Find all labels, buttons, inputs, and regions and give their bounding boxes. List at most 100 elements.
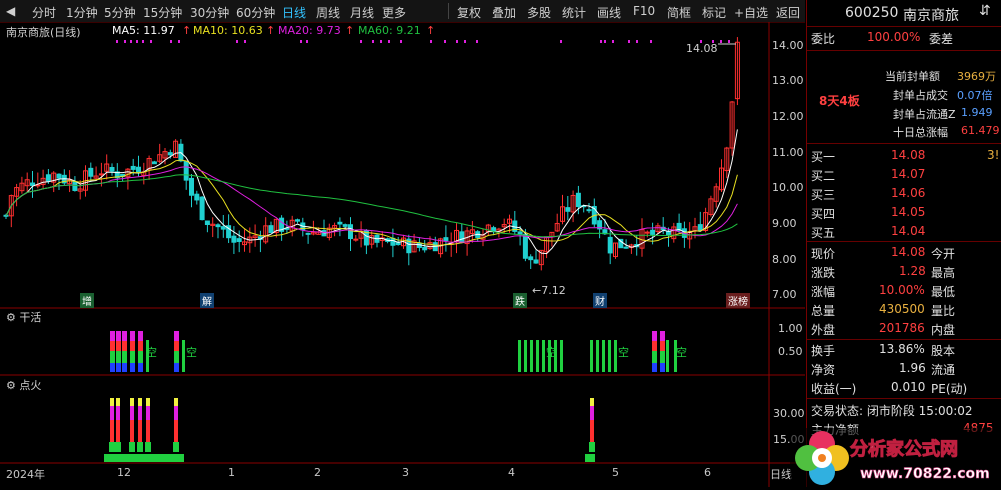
stat-value: 14.08 (891, 245, 926, 259)
ganhuo-bar (660, 351, 665, 363)
period-30min[interactable]: 30分钟 (190, 4, 229, 21)
svg-text:分析家公式网: 分析家公式网 (850, 438, 958, 460)
ganhuo-bar (116, 351, 121, 363)
stock-name: 南京商旅 (903, 8, 959, 24)
event-tag-jie[interactable]: 解 (200, 293, 214, 308)
dianhuo-bar (130, 420, 134, 442)
ganhuo-bar (122, 341, 127, 351)
panel-dianhuo-label: 点火 (19, 379, 42, 392)
ma10-label: MA10: 10.63 (193, 24, 263, 37)
gear-icon[interactable]: ⚙ (6, 311, 16, 324)
period-monthly[interactable]: 月线 (350, 4, 374, 21)
ma10-arrow: ↑ (266, 24, 276, 37)
dianhuo-bar (174, 420, 178, 442)
ganhuo-bar (138, 331, 143, 341)
panel-dianhuo-title[interactable]: ⚙ 点火 (6, 377, 41, 393)
ganhuo-bar (596, 340, 599, 372)
candle-body (109, 167, 115, 172)
ten-day-value: 61.479 (961, 124, 1000, 137)
tool-duogu[interactable]: 多股 (527, 4, 551, 21)
ganhuo-bar (660, 363, 665, 372)
seal-amount-label: 当前封单额 (885, 70, 940, 83)
tool-return[interactable]: 返回 (776, 4, 800, 21)
candle-body (342, 224, 348, 227)
tool-f10[interactable]: F10 (633, 4, 655, 18)
price-tick: 11.00 (772, 146, 804, 159)
dianhuo-bar (138, 406, 142, 420)
bid5-price[interactable]: 14.04 (891, 224, 925, 238)
stat-label: 涨跌 (811, 266, 836, 280)
period-more[interactable]: 更多 (382, 4, 406, 21)
seal-amount-value: 3969万 (957, 70, 996, 83)
tool-fuquan[interactable]: 复权 (457, 4, 481, 21)
tool-jiankuang[interactable]: 简框 (667, 4, 691, 21)
period-fenshi[interactable]: 分时 (32, 4, 56, 21)
tool-tongji[interactable]: 统计 (562, 4, 586, 21)
time-axis-month: 2 (314, 466, 321, 479)
ganhuo-bar (130, 363, 135, 372)
panel-ganhuo-title[interactable]: ⚙ 干活 (6, 309, 41, 325)
signal-dot (476, 40, 478, 43)
signal-dot (136, 40, 138, 43)
bid3-price[interactable]: 14.06 (891, 186, 925, 200)
stat-value: 1.28 (899, 264, 926, 278)
tool-diejia[interactable]: 叠加 (492, 4, 516, 21)
candle-body (167, 152, 173, 156)
period-1min[interactable]: 1分钟 (66, 4, 98, 21)
period-daily[interactable]: 日线 (282, 4, 306, 21)
ganhuo-bar (130, 341, 135, 351)
stat-label: 净资 (811, 363, 836, 377)
tb-left-arrow[interactable]: ◀ (6, 4, 15, 18)
tool-add-watchlist[interactable]: +自选 (734, 4, 768, 21)
signal-dot (456, 40, 458, 43)
candle-body (575, 192, 581, 208)
candle-body (528, 256, 534, 261)
ganhuo-bar (138, 351, 143, 363)
dianhuo-base (104, 454, 184, 462)
stat-label: 外盘 (811, 323, 836, 337)
period-15min[interactable]: 15分钟 (143, 4, 182, 21)
event-tag-zhangbang[interactable]: 涨榜 (726, 293, 750, 308)
ganhuo-bar (110, 331, 115, 341)
ten-day-label: 十日总涨幅 (893, 126, 948, 139)
ganhuo-bar (614, 340, 617, 372)
panel2-kong-label: 空 (618, 346, 629, 359)
dianhuo-base (585, 454, 595, 462)
time-axis-period: 日线 (770, 468, 792, 481)
signal-dot (360, 40, 362, 43)
dianhuo-bar (116, 398, 120, 406)
bid4-price[interactable]: 14.05 (891, 205, 925, 219)
ma20-label: MA20: 9.73 (278, 24, 341, 37)
event-tag-cai[interactable]: 财 (593, 293, 607, 308)
time-axis-month: 1 (228, 466, 235, 479)
price-tick: 12.00 (772, 110, 804, 123)
period-5min[interactable]: 5分钟 (104, 4, 136, 21)
ganhuo-bar (110, 363, 115, 372)
event-tag-die[interactable]: 跌 (513, 293, 527, 308)
seal-float-label: 封单占流通Z (893, 108, 956, 121)
ma20-arrow: ↑ (345, 24, 355, 37)
signal-dot (388, 40, 390, 43)
period-60min[interactable]: 60分钟 (236, 4, 275, 21)
tool-huaxian[interactable]: 画线 (597, 4, 621, 21)
stat-label: 涨幅 (811, 285, 836, 299)
period-weekly[interactable]: 周线 (316, 4, 340, 21)
candle-body (533, 259, 539, 264)
candle-body (586, 209, 592, 212)
candle-body (666, 231, 671, 236)
dianhuo-bar (130, 398, 134, 406)
stock-code: 600250 (845, 5, 899, 21)
event-tag-zeng[interactable]: 增 (80, 293, 94, 308)
bid1-price[interactable]: 14.08 (891, 148, 925, 162)
panel2-kong-label: 空 (676, 346, 687, 359)
tool-biaoji[interactable]: 标记 (702, 4, 726, 21)
dianhuo-bar (146, 406, 150, 420)
sort-icon[interactable]: ⇵ (979, 3, 991, 19)
candle-body (199, 196, 205, 221)
ma60-line (5, 174, 738, 238)
signal-dot (142, 40, 144, 43)
signal-dot (600, 40, 602, 43)
gear-icon[interactable]: ⚙ (6, 379, 16, 392)
kline-chart[interactable]: 南京商旅(日线) MA5: 11.97 ↑ MA10: 10.63 ↑ MA20… (0, 22, 805, 487)
bid2-price[interactable]: 14.07 (891, 167, 925, 181)
